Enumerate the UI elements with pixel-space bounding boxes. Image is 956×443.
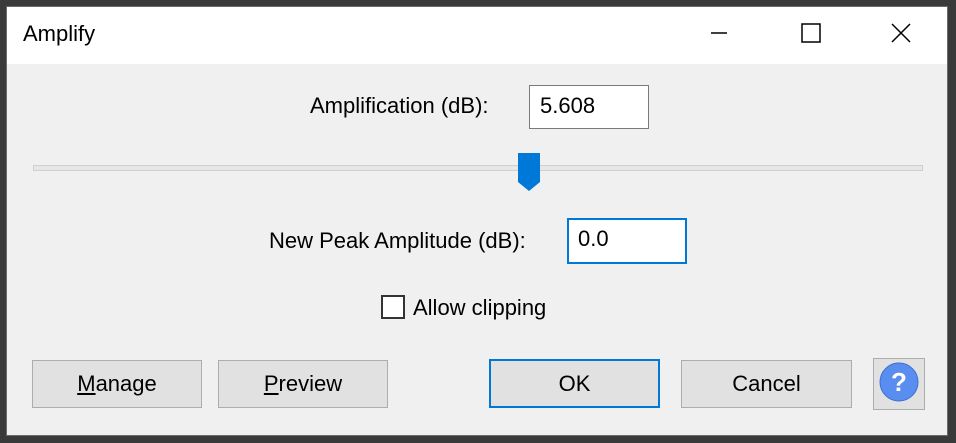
cancel-label: Cancel — [732, 371, 801, 396]
amplification-label: Amplification (dB): — [310, 93, 489, 118]
amplification-slider-track[interactable] — [33, 165, 923, 171]
help-icon: ? — [878, 361, 920, 408]
help-button[interactable]: ? — [873, 358, 925, 410]
amplification-input[interactable]: 5.608 — [529, 85, 649, 129]
window-title: Amplify — [23, 21, 96, 46]
ok-button[interactable]: OK — [489, 359, 660, 408]
minimize-button[interactable] — [673, 7, 765, 64]
close-button[interactable] — [855, 7, 947, 64]
new-peak-input[interactable]: 0.0 — [567, 218, 687, 264]
help-glyph: ? — [891, 367, 907, 397]
ok-label: OK — [558, 370, 591, 396]
manage-label: anage — [95, 371, 157, 396]
preview-button[interactable]: Preview — [218, 360, 388, 408]
amplification-slider-thumb[interactable] — [517, 152, 541, 192]
close-icon — [890, 22, 912, 49]
maximize-button[interactable] — [765, 7, 857, 64]
amplify-dialog: Amplify Amplification (dB): 5.608 New Pe… — [7, 7, 947, 435]
preview-label: review — [278, 371, 343, 396]
minimize-icon — [709, 23, 729, 48]
maximize-icon — [800, 22, 822, 49]
allow-clipping-checkbox[interactable] — [381, 295, 405, 319]
allow-clipping-label[interactable]: Allow clipping — [413, 295, 546, 321]
preview-mnemonic: P — [263, 371, 279, 396]
cancel-button[interactable]: Cancel — [681, 360, 852, 408]
title-bar[interactable]: Amplify — [7, 7, 947, 64]
manage-mnemonic: M — [77, 371, 96, 396]
new-peak-label: New Peak Amplitude (dB): — [269, 228, 526, 253]
manage-button[interactable]: Manage — [32, 360, 202, 408]
